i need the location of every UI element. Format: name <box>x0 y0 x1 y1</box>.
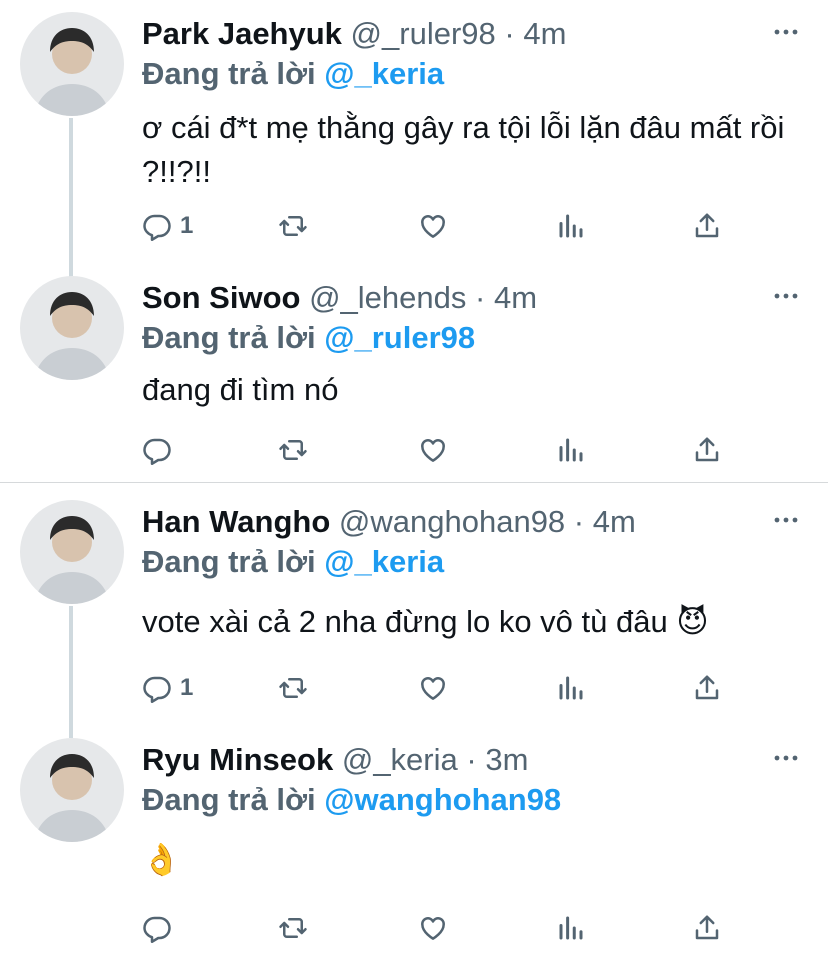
more-icon[interactable] <box>772 508 800 532</box>
share-icon <box>692 211 722 241</box>
retweet-button[interactable] <box>278 206 308 246</box>
avatar-image <box>20 500 124 604</box>
retweet-icon <box>278 211 308 241</box>
analytics-icon <box>556 913 586 943</box>
tweet[interactable]: Park Jaehyuk @_ruler98 · 4m Đang trả lời… <box>0 12 828 262</box>
share-icon <box>692 435 722 465</box>
separator-dot: · <box>466 742 477 777</box>
separator-dot: · <box>573 504 585 539</box>
thread-divider <box>0 482 828 483</box>
like-button[interactable] <box>418 430 448 470</box>
analytics-button[interactable] <box>556 430 586 470</box>
user-handle[interactable]: @_ruler98 <box>351 16 496 51</box>
reply-icon <box>142 211 172 241</box>
share-icon <box>692 913 722 943</box>
like-button[interactable] <box>418 668 448 708</box>
replying-to: Đang trả lời @_keria <box>142 542 444 582</box>
replying-label: Đang trả lời <box>142 320 316 355</box>
avatar[interactable] <box>20 500 124 604</box>
avatar-image <box>20 12 124 116</box>
like-icon <box>418 913 448 943</box>
share-icon <box>692 673 722 703</box>
mention-link[interactable]: @_keria <box>324 56 444 91</box>
like-icon <box>418 673 448 703</box>
reply-count: 1 <box>180 674 194 701</box>
reply-count: 1 <box>180 212 194 239</box>
display-name[interactable]: Park Jaehyuk <box>142 16 342 51</box>
display-name[interactable]: Son Siwoo <box>142 280 300 315</box>
tweet[interactable]: Han Wangho @wanghohan98 · 4m Đang trả lờ… <box>0 500 828 720</box>
reply-button[interactable] <box>142 430 180 470</box>
analytics-icon <box>556 211 586 241</box>
like-icon <box>418 211 448 241</box>
share-button[interactable] <box>692 668 722 708</box>
timestamp[interactable]: 3m <box>485 742 528 777</box>
tweet-text: 👌 <box>142 842 181 877</box>
timestamp[interactable]: 4m <box>593 504 636 539</box>
replying-label: Đang trả lời <box>142 544 316 579</box>
replying-to: Đang trả lời @_keria <box>142 54 444 94</box>
more-icon[interactable] <box>772 20 800 44</box>
analytics-button[interactable] <box>556 908 586 948</box>
like-button[interactable] <box>418 206 448 246</box>
tweet-text: đang đi tìm nó <box>142 372 339 407</box>
more-icon[interactable] <box>772 746 800 770</box>
share-button[interactable] <box>692 206 722 246</box>
analytics-icon <box>556 435 586 465</box>
more-icon[interactable] <box>772 284 800 308</box>
retweet-button[interactable] <box>278 908 308 948</box>
tweet[interactable]: Ryu Minseok @_keria · 3m Đang trả lời @w… <box>0 738 828 948</box>
retweet-icon <box>278 913 308 943</box>
reply-icon <box>142 913 172 943</box>
analytics-icon <box>556 673 586 703</box>
display-name[interactable]: Han Wangho <box>142 504 330 539</box>
avatar-image <box>20 738 124 842</box>
avatar[interactable] <box>20 12 124 116</box>
user-handle[interactable]: @wanghohan98 <box>339 504 565 539</box>
replying-label: Đang trả lời <box>142 782 316 817</box>
tweet-text: ơ cái đ*t mẹ thằng gây ra tội lỗi lặn đâ… <box>142 110 785 189</box>
avatar-image <box>20 276 124 380</box>
reply-icon <box>142 673 172 703</box>
reply-button[interactable]: 1 <box>142 668 193 708</box>
mention-link[interactable]: @_ruler98 <box>324 320 475 355</box>
tweet-text: vote xài cả 2 nha đừng lo ko vô tù đâu 😈 <box>142 604 709 639</box>
retweet-icon <box>278 435 308 465</box>
replying-to: Đang trả lời @wanghohan98 <box>142 780 561 820</box>
analytics-button[interactable] <box>556 668 586 708</box>
timestamp[interactable]: 4m <box>494 280 537 315</box>
like-button[interactable] <box>418 908 448 948</box>
retweet-button[interactable] <box>278 430 308 470</box>
like-icon <box>418 435 448 465</box>
avatar[interactable] <box>20 738 124 842</box>
tweet[interactable]: Son Siwoo @_lehends · 4m Đang trả lời @_… <box>0 276 828 476</box>
mention-link[interactable]: @wanghohan98 <box>324 782 561 817</box>
replying-label: Đang trả lời <box>142 56 316 91</box>
replying-to: Đang trả lời @_ruler98 <box>142 318 475 358</box>
avatar[interactable] <box>20 276 124 380</box>
separator-dot: · <box>475 280 486 315</box>
user-handle[interactable]: @_lehends <box>309 280 466 315</box>
retweet-icon <box>278 673 308 703</box>
separator-dot: · <box>504 16 515 51</box>
timestamp[interactable]: 4m <box>523 16 566 51</box>
reply-button[interactable]: 1 <box>142 206 193 246</box>
analytics-button[interactable] <box>556 206 586 246</box>
display-name[interactable]: Ryu Minseok <box>142 742 333 777</box>
retweet-button[interactable] <box>278 668 308 708</box>
share-button[interactable] <box>692 430 722 470</box>
reply-button[interactable] <box>142 908 180 948</box>
reply-icon <box>142 435 172 465</box>
user-handle[interactable]: @_keria <box>342 742 458 777</box>
mention-link[interactable]: @_keria <box>324 544 444 579</box>
share-button[interactable] <box>692 908 722 948</box>
